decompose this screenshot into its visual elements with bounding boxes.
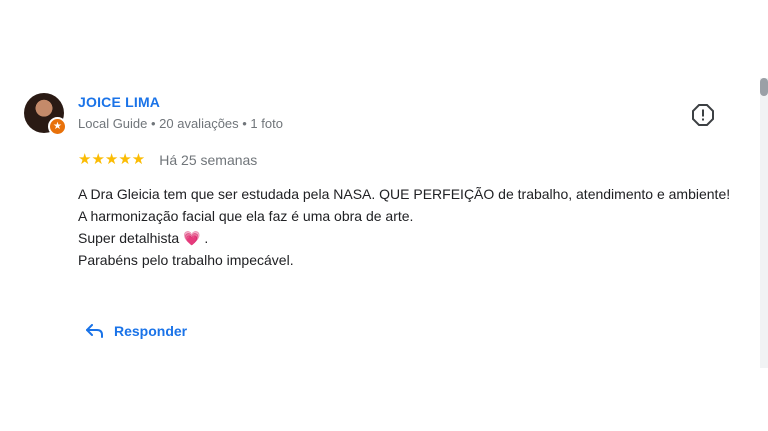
report-button[interactable] xyxy=(692,104,714,126)
reply-button[interactable]: Responder xyxy=(86,323,187,339)
review-text: A Dra Gleicia tem que ser estudada pela … xyxy=(78,183,738,271)
scrollbar-thumb[interactable] xyxy=(760,78,768,96)
rating-row: ★★★★★ Há 25 semanas xyxy=(78,151,257,168)
report-icon xyxy=(692,104,714,126)
heart-emoji: 💗 xyxy=(183,230,201,246)
review-text-line: Super detalhista 💗 . xyxy=(78,227,738,249)
review-text-line: A Dra Gleicia tem que ser estudada pela … xyxy=(78,186,731,202)
review-text-line: A harmonização facial que ela faz é uma … xyxy=(78,208,414,224)
review-card: ★ JOICE LIMA Local Guide • 20 avaliações… xyxy=(0,0,768,431)
avatar[interactable]: ★ xyxy=(24,93,67,136)
local-guide-star-icon: ★ xyxy=(48,117,67,136)
scrollbar[interactable] xyxy=(760,78,768,368)
reply-label: Responder xyxy=(114,323,188,339)
review-text-fragment: . xyxy=(200,230,209,246)
review-text-fragment: Super detalhista xyxy=(78,230,184,246)
author-name[interactable]: JOICE LIMA xyxy=(78,94,160,110)
review-text-line: Parabéns pelo trabalho impecável. xyxy=(78,252,294,268)
review-date: Há 25 semanas xyxy=(159,151,258,168)
reply-arrow-icon xyxy=(86,324,103,338)
star-rating: ★★★★★ xyxy=(78,151,146,168)
author-meta: Local Guide • 20 avaliações • 1 foto xyxy=(78,116,283,131)
